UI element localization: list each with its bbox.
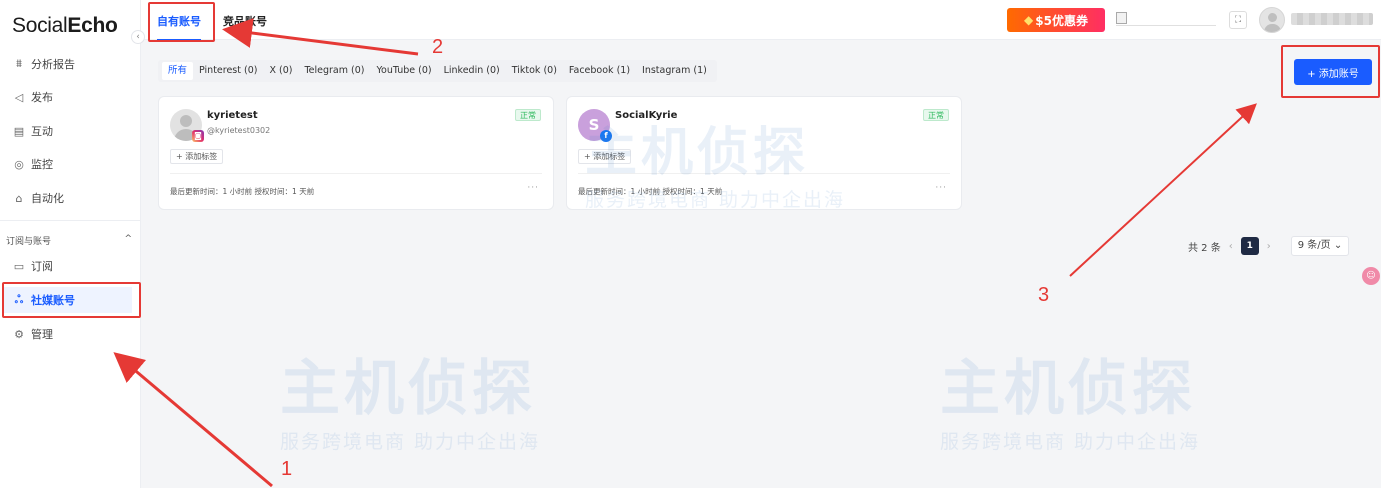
fullscreen-icon[interactable]: ⛶: [1229, 11, 1247, 29]
chart-icon: ⩩: [16, 57, 22, 70]
filter-facebook[interactable]: Facebook (1): [563, 62, 636, 80]
sidebar-item-label: 互动: [31, 125, 53, 138]
add-account-button[interactable]: + 添加账号: [1294, 59, 1372, 85]
annotation-label-3: 3: [1038, 284, 1050, 306]
arrow-1: [113, 352, 273, 488]
add-tag-button[interactable]: + 添加标签: [578, 149, 632, 164]
account-card[interactable]: S f SocialKyrie 正常 + 添加标签 最后更新时间：1 小时前 授…: [566, 96, 962, 210]
chevron-left-icon[interactable]: ‹: [1229, 241, 1233, 252]
sidebar-collapse-button[interactable]: ‹: [131, 30, 145, 44]
instagram-icon: ◙: [192, 130, 204, 142]
top-bar: 自有账号 竞品账号 ◆ $5优惠券 ⛶: [141, 0, 1381, 41]
page-number[interactable]: 1: [1240, 237, 1259, 255]
watermark: 主机侦探 服务跨境电商 助力中企出海: [280, 340, 540, 454]
sidebar-item-label: 监控: [31, 158, 53, 171]
message-icon: ▤: [13, 124, 25, 138]
account-name: kyrietest: [207, 110, 258, 121]
status-badge: 正常: [515, 109, 541, 121]
coin-icon: ◆: [1024, 13, 1034, 27]
pagination: 共 2 条 ‹ 1 › 9 条/页 ⌄: [1188, 236, 1350, 256]
gear-icon: ⚙: [14, 327, 24, 341]
chevron-up-icon[interactable]: ^: [124, 234, 132, 247]
sidebar-item-interaction[interactable]: ▤ 互动: [0, 118, 141, 144]
platform-filter-bar: 所有 Pinterest (0) X (0) Telegram (0) YouT…: [158, 60, 717, 82]
watermark-subtitle: 服务跨境电商 助力中企出海: [280, 431, 541, 453]
sidebar-item-label: 订阅: [31, 260, 53, 273]
sidebar-item-label: 社媒账号: [31, 294, 75, 307]
more-icon[interactable]: ···: [935, 183, 947, 193]
logo-text-light: Social: [12, 14, 68, 37]
sidebar-item-label: 分析报告: [31, 58, 75, 71]
sidebar-item-label: 管理: [31, 328, 53, 341]
sidebar-item-automation[interactable]: ⌂ 自动化: [0, 185, 141, 211]
watermark-title: 主机侦探: [280, 354, 536, 424]
broken-image-icon: [1116, 12, 1127, 24]
more-icon[interactable]: ···: [527, 183, 539, 193]
account-card[interactable]: ◙ kyrietest @kyrietest0302 正常 + 添加标签 最后更…: [158, 96, 554, 210]
robot-icon: ⌂: [15, 191, 23, 205]
status-badge: 正常: [923, 109, 949, 121]
filter-youtube[interactable]: YouTube (0): [370, 62, 437, 80]
sidebar-item-social-accounts[interactable]: ஃ 社媒账号: [4, 287, 132, 313]
sidebar-item-analytics[interactable]: ⩩ 分析报告: [0, 51, 141, 77]
filter-x[interactable]: X (0): [263, 62, 298, 80]
sidebar-group-label: 订阅与账号: [6, 237, 52, 247]
sidebar: SocialEcho ⩩ 分析报告 ◁ 发布 ▤ 互动 ◎ 监控 ⌂ 自动化 订…: [0, 0, 141, 488]
add-tag-button[interactable]: + 添加标签: [170, 149, 224, 164]
app-logo[interactable]: SocialEcho: [12, 14, 118, 38]
user-avatar[interactable]: [1259, 7, 1285, 33]
account-handle: @kyrietest0302: [207, 126, 271, 135]
filter-all[interactable]: 所有: [162, 62, 194, 80]
filter-tiktok[interactable]: Tiktok (0): [506, 62, 563, 80]
watermark: 主机侦探 服务跨境电商 助力中企出海: [940, 340, 1200, 454]
tab-own-accounts[interactable]: 自有账号: [157, 13, 201, 41]
broken-image: [1116, 12, 1216, 26]
send-icon: ◁: [14, 90, 24, 104]
filter-linkedin[interactable]: Linkedin (0): [438, 62, 506, 80]
card-divider: [170, 173, 542, 174]
sidebar-item-publish[interactable]: ◁ 发布: [0, 84, 141, 110]
filter-instagram[interactable]: Instagram (1): [636, 62, 713, 80]
annotation-label-1: 1: [281, 458, 293, 480]
card-divider: [578, 173, 950, 174]
watermark-title: 主机侦探: [940, 354, 1196, 424]
chevron-right-icon[interactable]: ›: [1267, 241, 1271, 252]
account-meta: 最后更新时间：1 小时前 授权时间：1 天前: [170, 187, 315, 196]
monitor-icon: ◎: [14, 157, 24, 171]
sidebar-item-manage[interactable]: ⚙ 管理: [0, 321, 141, 347]
sidebar-divider: [0, 220, 141, 221]
coupon-label: $5优惠券: [1035, 13, 1088, 28]
sidebar-item-monitor[interactable]: ◎ 监控: [0, 151, 141, 177]
filter-pinterest[interactable]: Pinterest (0): [193, 62, 263, 80]
tab-competitor-accounts[interactable]: 竞品账号: [223, 13, 267, 29]
card-icon: ▭: [13, 259, 25, 273]
sidebar-item-subscription[interactable]: ▭ 订阅: [0, 253, 141, 279]
logo-text-bold: Echo: [67, 14, 118, 37]
sidebar-group-subscriptions[interactable]: 订阅与账号 ^: [6, 234, 132, 247]
users-icon: ஃ: [14, 292, 24, 306]
facebook-icon: f: [600, 130, 612, 142]
coupon-banner[interactable]: ◆ $5优惠券: [1007, 8, 1105, 32]
annotation-label-2: 2: [432, 36, 444, 58]
translate-float-icon[interactable]: ☺: [1362, 267, 1380, 285]
account-meta: 最后更新时间：1 小时前 授权时间：1 天前: [578, 187, 723, 196]
filter-telegram[interactable]: Telegram (0): [298, 62, 370, 80]
pagination-total: 共 2 条: [1188, 242, 1221, 254]
page-size-select[interactable]: 9 条/页 ⌄: [1290, 236, 1350, 256]
sidebar-item-label: 发布: [31, 91, 53, 104]
watermark-subtitle: 服务跨境电商 助力中企出海: [940, 431, 1201, 453]
user-name-blurred[interactable]: [1291, 13, 1373, 25]
sidebar-item-label: 自动化: [31, 192, 64, 205]
account-name: SocialKyrie: [615, 110, 678, 121]
